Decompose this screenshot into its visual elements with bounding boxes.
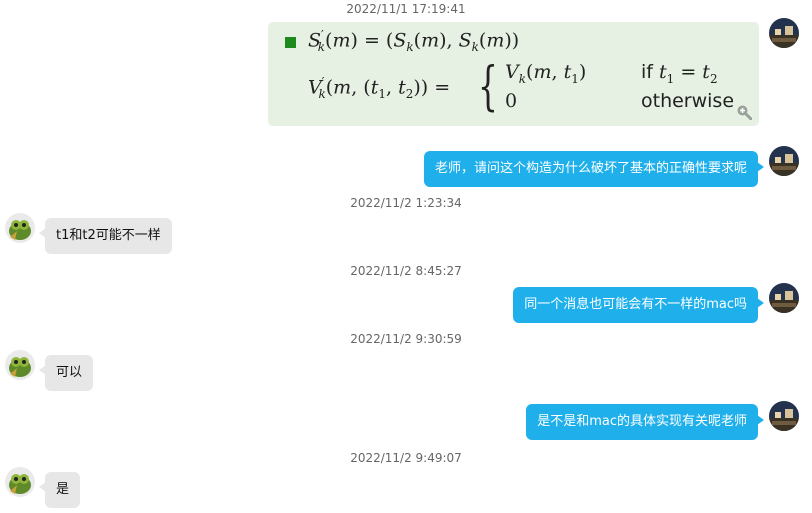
- formula-case-1-cond: if t1 = t2: [641, 61, 718, 86]
- formula-brace: {: [478, 57, 498, 117]
- timestamp: 2022/11/1 17:19:41: [346, 2, 466, 16]
- formula-case-2-cond-word: otherwise: [641, 90, 735, 112]
- timestamp: 2022/11/2 8:45:27: [350, 264, 462, 278]
- timestamp: 2022/11/2 9:49:07: [350, 451, 462, 465]
- message-bubble-outgoing[interactable]: 老师，请问这个构造为什么破坏了基本的正确性要求呢: [423, 151, 765, 187]
- timestamp: 2022/11/2 1:23:34: [350, 196, 462, 210]
- timestamp: 2022/11/2 9:30:59: [350, 332, 462, 346]
- formula-case-2-cond: otherwise: [641, 90, 734, 112]
- message-bubble-outgoing[interactable]: 同一个消息也可能会有不一样的mac吗: [513, 287, 764, 323]
- formula-case-1-value: Vk(m, t1): [505, 61, 587, 86]
- contact-avatar[interactable]: [5, 213, 35, 243]
- contact-avatar[interactable]: [5, 350, 35, 380]
- zoom-in-icon[interactable]: [736, 104, 752, 120]
- formula-line-1: S′k(m) = (Sk(m), Sk(m)): [308, 28, 520, 55]
- message-bubble-incoming[interactable]: 可以: [38, 355, 94, 391]
- formula-case-2-value: 0: [505, 90, 517, 112]
- contact-avatar[interactable]: [5, 467, 35, 497]
- message-bubble-outgoing[interactable]: 是不是和mac的具体实现有关呢老师: [526, 404, 764, 440]
- my-avatar[interactable]: [769, 283, 799, 313]
- my-avatar[interactable]: [769, 146, 799, 176]
- formula-line-2-lhs: V′k(m, (t1, t2)) =: [308, 75, 451, 102]
- my-avatar[interactable]: [769, 18, 799, 48]
- green-square-bullet-icon: [285, 37, 296, 48]
- formula-case-1-cond-word: if: [641, 61, 653, 83]
- message-bubble-incoming[interactable]: 是: [38, 472, 81, 508]
- my-avatar[interactable]: [769, 401, 799, 431]
- message-bubble-incoming[interactable]: t1和t2可能不一样: [39, 218, 172, 254]
- formula-case-2-value-text: 0: [505, 90, 518, 112]
